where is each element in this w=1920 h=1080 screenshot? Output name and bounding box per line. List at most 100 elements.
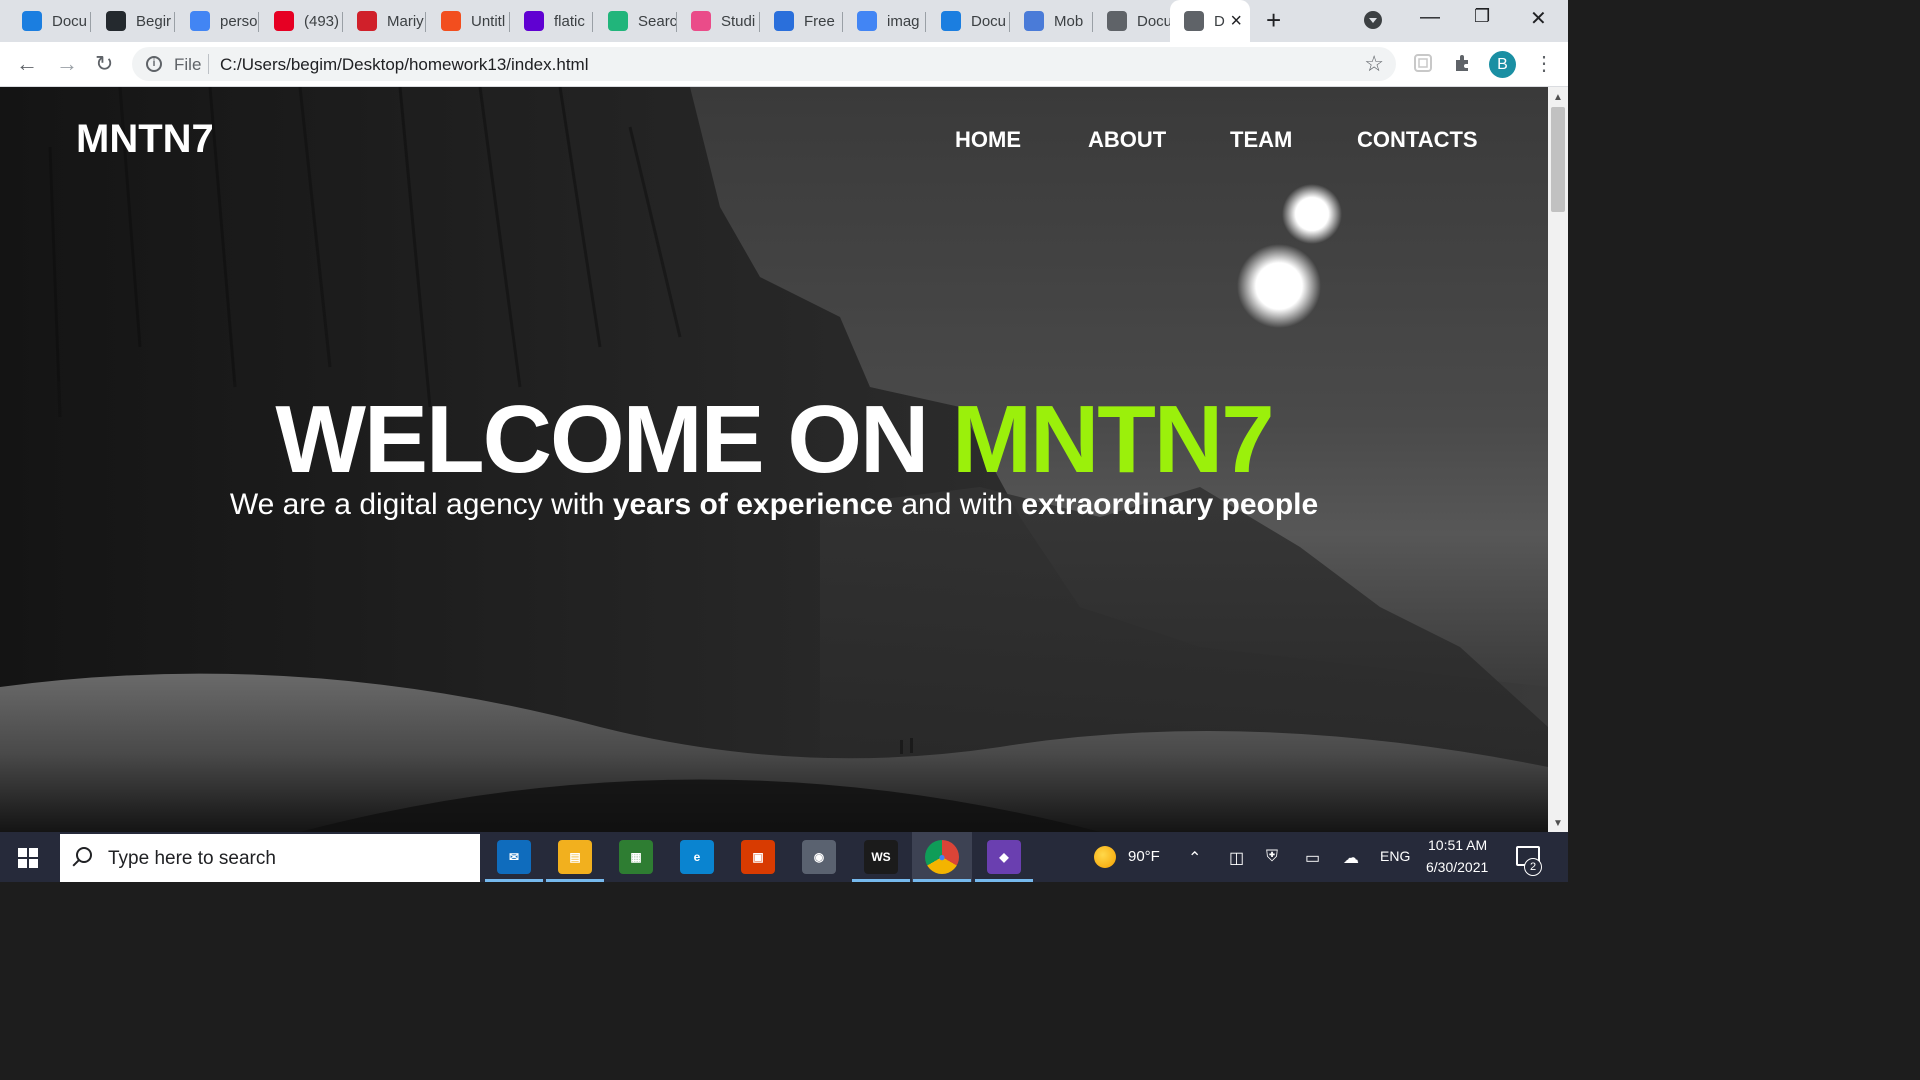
input-language[interactable]: ENG [1380, 848, 1410, 864]
taskbar-mail-icon[interactable]: ✉ [497, 840, 531, 874]
scroll-down-arrow-icon[interactable]: ▼ [1553, 818, 1563, 829]
globe-icon [1107, 11, 1127, 31]
tab-title: Docu [971, 12, 1007, 30]
browser-tab[interactable]: D × [1170, 0, 1250, 42]
nav-about[interactable]: ABOUT [1088, 127, 1166, 153]
tab-search-icon[interactable] [1364, 11, 1382, 29]
site-logo[interactable]: MNTN7 [76, 117, 214, 162]
weather-temperature[interactable]: 90°F [1128, 848, 1160, 865]
taskbar-edge-icon[interactable]: e [680, 840, 714, 874]
bookmark-star-icon[interactable]: ☆ [1364, 51, 1384, 77]
back-icon[interactable]: ← [16, 51, 38, 77]
tab-title: Mariy [387, 12, 424, 30]
figma-icon [441, 11, 461, 31]
taskbar-webstorm-icon[interactable]: WS [864, 840, 898, 874]
device-icon[interactable]: ◫ [1229, 848, 1244, 868]
tab-separator [258, 12, 259, 32]
browser-tab[interactable]: flatic [510, 6, 593, 36]
url-separator [208, 54, 209, 74]
browser-tab[interactable]: Studi [677, 6, 760, 36]
pinterest-icon [274, 11, 294, 31]
running-app-indicator [852, 879, 910, 882]
nav-contacts[interactable]: CONTACTS [1357, 127, 1478, 153]
security-shield-icon[interactable]: ⛨ [1266, 848, 1278, 866]
battery-icon[interactable]: ▭ [1305, 848, 1320, 868]
dribbble-icon [691, 11, 711, 31]
webstorm-icon [22, 11, 42, 31]
tab-title: flatic [554, 12, 585, 30]
minimize-icon[interactable]: — [1420, 6, 1440, 29]
scrollbar-thumb[interactable] [1551, 107, 1565, 212]
close-tab-icon[interactable]: × [1230, 10, 1242, 33]
onedrive-cloud-icon[interactable]: ☁ [1343, 848, 1359, 868]
show-hidden-icons-chevron-icon[interactable]: ⌃ [1188, 848, 1201, 868]
tab-title: imag [887, 12, 920, 30]
hero-title-accent: MNTN7 [951, 386, 1275, 493]
taskbar-file-explorer-icon[interactable]: ▤ [558, 840, 592, 874]
tab-title: Studi [721, 12, 756, 30]
browser-tab[interactable]: Mariy [343, 6, 426, 36]
running-app-indicator [975, 879, 1033, 882]
browser-tab[interactable]: Searc [594, 6, 677, 36]
reload-icon[interactable]: ↻ [95, 51, 113, 77]
web-page: MNTN7 HOME ABOUT TEAM CONTACTS WELCOME O… [0, 87, 1548, 832]
tab-title: Docu [1137, 12, 1173, 30]
browser-tab[interactable]: perso [176, 6, 259, 36]
new-tab-button[interactable]: + [1266, 7, 1281, 33]
browser-tab[interactable]: Docu [8, 6, 91, 36]
taskbar-search-box[interactable]: Type here to search [60, 834, 480, 882]
nav-team[interactable]: TEAM [1230, 127, 1292, 153]
flag-icon [1024, 11, 1044, 31]
browser-tab[interactable]: Untitl [427, 6, 510, 36]
google-icon [857, 11, 877, 31]
yahoo-icon [524, 11, 544, 31]
tab-separator [925, 12, 926, 32]
info-icon[interactable]: i [146, 56, 162, 72]
tab-title: Docu [52, 12, 88, 30]
blue-bot-icon [774, 11, 794, 31]
browser-tab[interactable]: Docu [1093, 6, 1176, 36]
green-check-icon [608, 11, 628, 31]
tab-title: Mob [1054, 12, 1084, 30]
search-icon [76, 847, 92, 863]
browser-tab[interactable]: Mob [1010, 6, 1093, 36]
browser-tab[interactable]: Begir [92, 6, 175, 36]
nav-home[interactable]: HOME [955, 127, 1021, 153]
scroll-up-arrow-icon[interactable]: ▲ [1553, 92, 1563, 103]
webstorm-icon [941, 11, 961, 31]
clock-time[interactable]: 10:51 AM [1428, 837, 1487, 853]
extensions-puzzle-icon[interactable] [1452, 52, 1474, 74]
browser-tab[interactable]: Free [760, 6, 843, 36]
weather-sun-icon[interactable] [1094, 846, 1116, 868]
url-text[interactable]: C:/Users/begim/Desktop/homework13/index.… [220, 55, 588, 75]
hero-sub-bold-2: extraordinary people [1021, 488, 1319, 521]
browser-tab[interactable]: imag [843, 6, 926, 36]
hero-subtitle: We are a digital agency with years of ex… [0, 488, 1548, 522]
taskbar-camera-icon[interactable]: ◉ [802, 840, 836, 874]
running-app-indicator [913, 879, 971, 882]
red-app-icon [357, 11, 377, 31]
hero-sub-part-1: We are a digital agency with [229, 488, 605, 521]
extension-icon[interactable] [1412, 52, 1434, 74]
taskbar-store-icon[interactable]: ▦ [619, 840, 653, 874]
taskbar-office-icon[interactable]: ▣ [741, 840, 775, 874]
forward-icon[interactable]: → [56, 51, 78, 77]
tab-separator [592, 12, 593, 32]
profile-avatar[interactable]: B [1489, 51, 1516, 78]
tab-title: (493) [304, 12, 340, 30]
windows-start-icon[interactable] [18, 848, 38, 868]
tab-title: perso [220, 12, 258, 30]
browser-tab[interactable]: Docu [927, 6, 1010, 36]
browser-tab[interactable]: (493) [260, 6, 343, 36]
windows-taskbar: Type here to search ✉ ▤ ▦ e ▣ ◉ WS ● ◆ 90°F ⌃ ◫ … [0, 832, 1568, 882]
browser-toolbar: ← → ↻ i File C:/Users/begim/Desktop/home… [0, 42, 1568, 87]
file-scheme-label: File [174, 55, 202, 74]
clock-date[interactable]: 6/30/2021 [1426, 859, 1488, 875]
address-bar[interactable]: i File C:/Users/begim/Desktop/homework13… [132, 47, 1396, 81]
taskbar-git-icon[interactable]: ◆ [987, 840, 1021, 874]
restore-icon[interactable]: ❐ [1474, 6, 1490, 27]
tab-separator [425, 12, 426, 32]
close-window-icon[interactable]: ✕ [1530, 6, 1547, 31]
taskbar-chrome-icon[interactable]: ● [925, 840, 959, 874]
chrome-menu-icon[interactable]: ⋮ [1534, 51, 1554, 77]
